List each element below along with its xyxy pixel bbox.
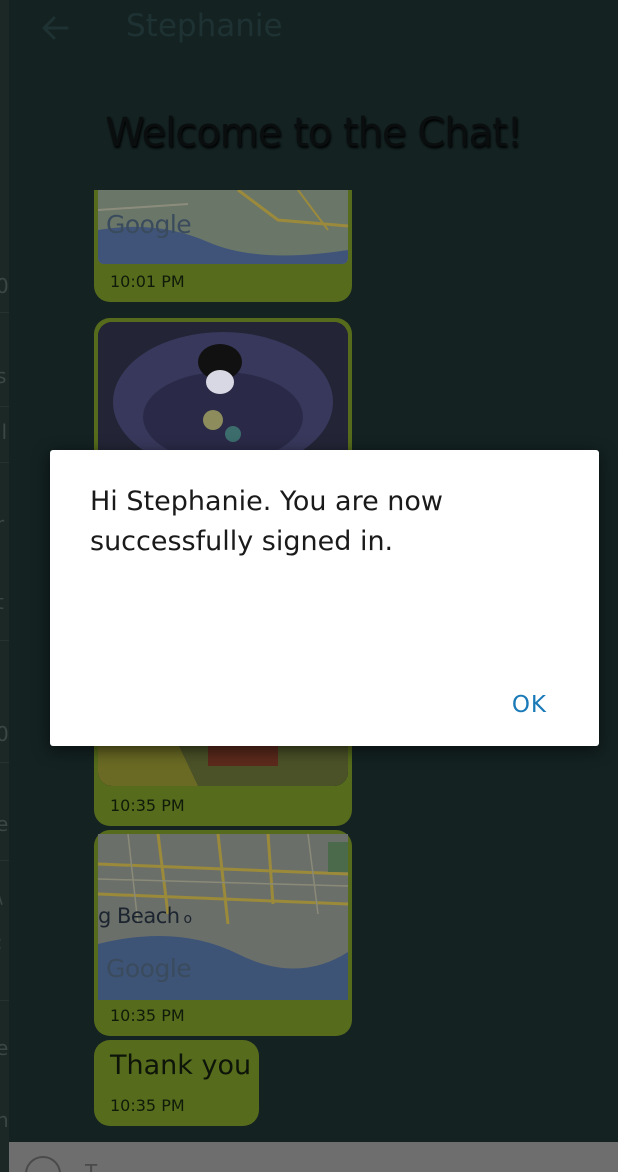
message-time: 10:35 PM (110, 1096, 185, 1115)
map-message-bubble[interactable]: g Beach o Google 10:35 PM (94, 830, 352, 1036)
sliver-divider (0, 312, 9, 313)
sliver-divider (0, 1000, 9, 1001)
sliver-text: n (0, 1108, 8, 1132)
map-pin-icon: o (179, 911, 193, 927)
message-time: 10:01 PM (110, 272, 185, 291)
sliver-divider (0, 462, 9, 463)
top-app-bar: Stephanie (9, 0, 618, 60)
sliver-divider (0, 640, 9, 641)
google-logo: Google (106, 954, 192, 983)
message-input[interactable]: T (85, 1160, 97, 1172)
welcome-title: Welcome to the Chat! (105, 110, 522, 156)
dialog-message: Hi Stephanie. You are now successfully s… (90, 486, 443, 557)
map-message-bubble[interactable]: Google 10:01 PM (94, 190, 352, 302)
sliver-text: e (0, 1036, 8, 1060)
sign-in-dialog: Hi Stephanie. You are now successfully s… (50, 450, 599, 746)
sliver-divider (0, 762, 9, 763)
sliver-divider (0, 406, 9, 407)
emoji-icon[interactable] (25, 1156, 61, 1172)
contact-name: Stephanie (126, 8, 283, 44)
background-list-sliver: 0. s il r t 0. e \ : e n (0, 0, 9, 1172)
map-place-text: g Beach (98, 904, 180, 928)
ok-button[interactable]: OK (512, 692, 547, 718)
message-input-bar[interactable]: T (9, 1142, 618, 1172)
sliver-text: r (0, 512, 5, 536)
map-place-label: g Beach o (98, 904, 192, 928)
sliver-text: : (0, 930, 8, 954)
back-arrow-icon[interactable] (37, 10, 73, 46)
sliver-text: t (0, 590, 8, 614)
sliver-text: s (0, 364, 7, 388)
message-time: 10:35 PM (110, 796, 185, 815)
message-time: 10:35 PM (110, 1006, 185, 1025)
sliver-text: il (0, 420, 8, 444)
sliver-text: 0. (0, 274, 8, 298)
sliver-divider (0, 860, 9, 861)
map-thumbnail[interactable]: g Beach o Google (98, 834, 348, 1000)
text-message-bubble[interactable]: Thank you 10:35 PM (94, 1040, 259, 1126)
sliver-text: 0. (0, 722, 8, 746)
sliver-text: e (0, 812, 8, 836)
sliver-text: \ (0, 884, 8, 908)
google-logo: Google (106, 210, 192, 239)
message-text: Thank you (110, 1050, 252, 1081)
map-thumbnail[interactable]: Google (98, 190, 348, 264)
